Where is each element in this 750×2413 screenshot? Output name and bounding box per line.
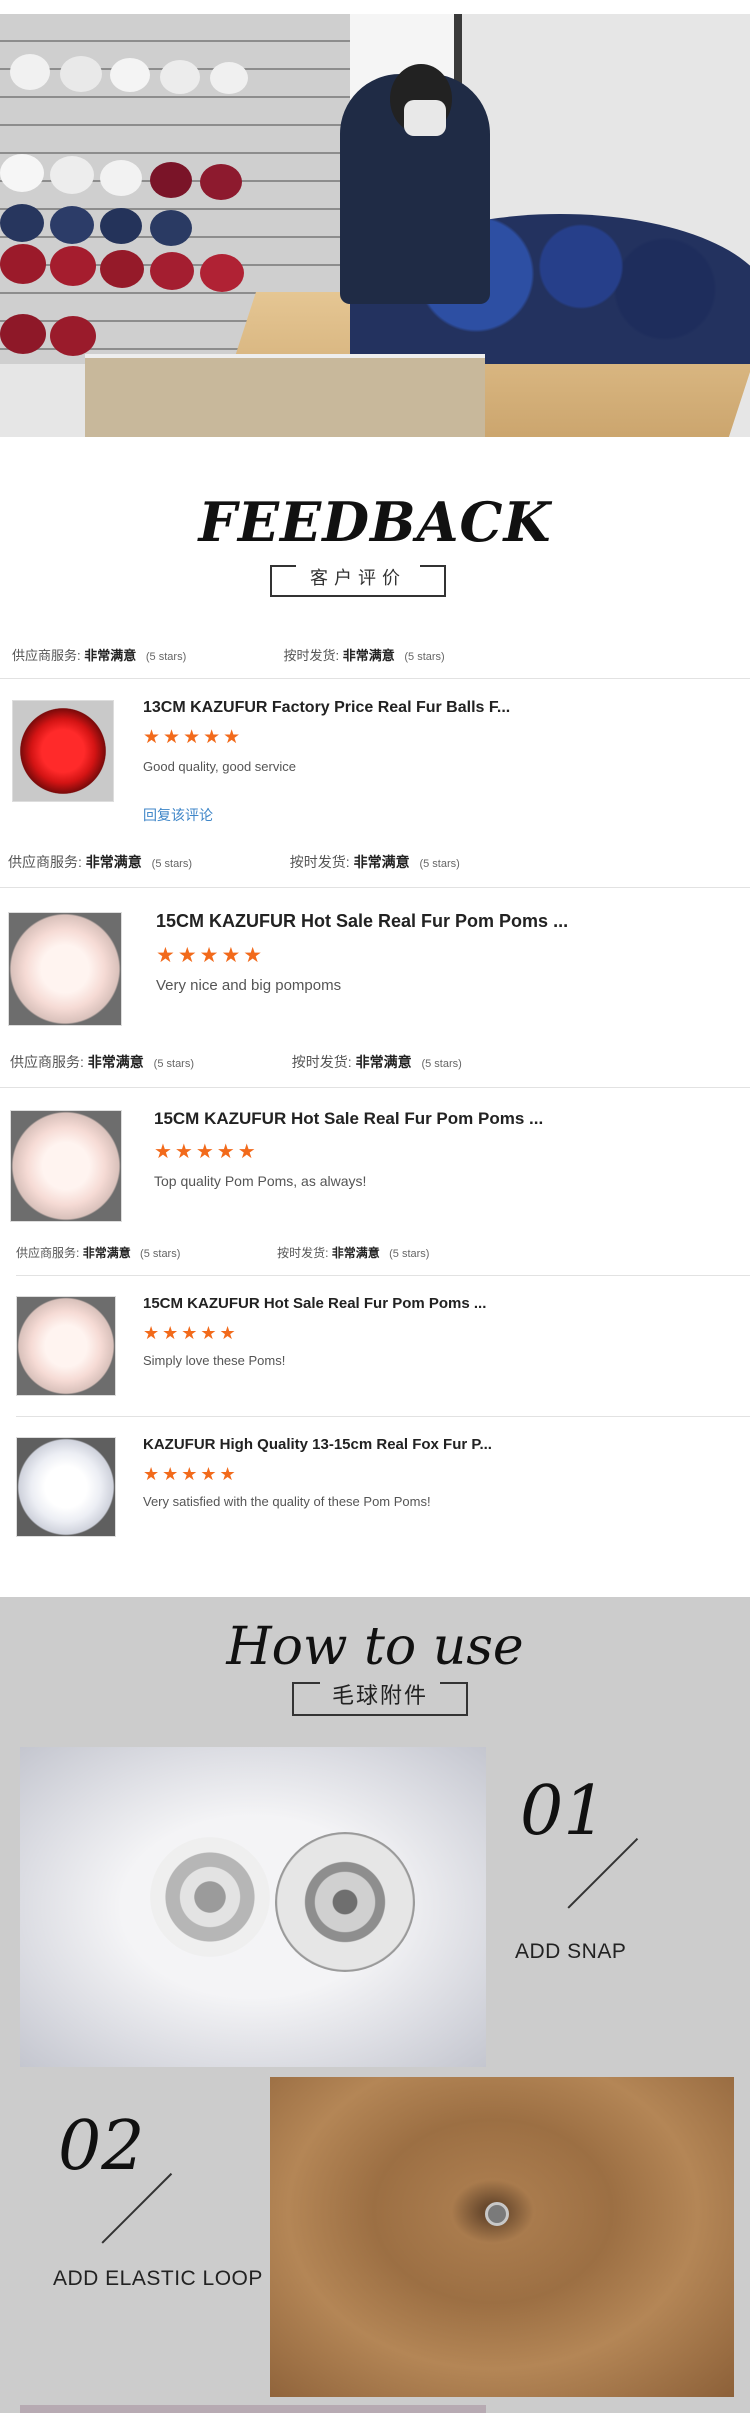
factory-photo <box>0 0 750 437</box>
product-thumbnail[interactable] <box>16 1296 116 1396</box>
fur-ball <box>200 164 242 200</box>
divider <box>0 678 750 679</box>
supplier-value: 非常满意 <box>87 1054 144 1070</box>
divider <box>0 1087 750 1088</box>
feedback-subtitle: 客户评价 <box>270 565 446 597</box>
snap-photo <box>20 1747 486 2067</box>
cardboard-box <box>85 354 485 437</box>
fur-ball <box>100 250 144 288</box>
ship-label: 按时发货: <box>289 854 350 870</box>
product-thumbnail[interactable] <box>8 912 122 1026</box>
fur-ball <box>0 154 44 192</box>
rating-stars: ★★★★★ <box>143 1323 239 1343</box>
elastic-loop-photo <box>270 2077 734 2397</box>
review-meta: 供应商服务: 非常满意 (5 stars) 按时发货: 非常满意 (5 star… <box>16 1244 429 1261</box>
ship-stars: (5 stars) <box>404 651 445 663</box>
product-thumbnail[interactable] <box>10 1110 122 1222</box>
fur-ball <box>50 316 96 356</box>
fur-ball <box>50 246 96 286</box>
ship-value: 非常满意 <box>342 648 395 663</box>
step-number: 01 <box>520 1772 607 1851</box>
rating-stars: ★★★★★ <box>156 944 266 967</box>
review-comment: Very satisfied with the quality of these… <box>143 1494 431 1509</box>
fur-ball <box>150 210 192 246</box>
ship-value: 非常满意 <box>355 1054 412 1070</box>
feedback-title: FEEDBACK <box>198 490 552 554</box>
product-title[interactable]: 15CM KAZUFUR Hot Sale Real Fur Pom Poms … <box>143 1295 486 1312</box>
review-comment: Simply love these Poms! <box>143 1353 286 1368</box>
review-comment: Top quality Pom Poms, as always! <box>154 1173 367 1189</box>
ship-value: 非常满意 <box>331 1246 380 1260</box>
step-number: 02 <box>58 2107 145 2186</box>
rating-stars: ★★★★★ <box>143 727 244 748</box>
review-meta: 供应商服务: 非常满意 (5 stars) 按时发货: 非常满意 (5 star… <box>10 1052 462 1072</box>
fur-ball <box>60 56 102 92</box>
divider <box>16 1275 750 1276</box>
fur-ball <box>110 58 150 92</box>
fur-ball <box>210 62 248 94</box>
ship-stars: (5 stars) <box>419 858 460 870</box>
fur-ball <box>200 254 244 292</box>
fur-ball <box>100 208 142 244</box>
snap-button-female <box>275 1832 415 1972</box>
ship-label: 按时发货: <box>291 1054 352 1070</box>
product-thumbnail[interactable] <box>16 1437 116 1537</box>
review-comment: Good quality, good service <box>143 759 296 774</box>
divider <box>0 887 750 888</box>
supplier-label: 供应商服务: <box>10 1054 84 1070</box>
elastic-loop-knot <box>485 2202 509 2226</box>
step-label: ADD SNAP <box>515 1940 627 1963</box>
divider <box>16 1416 750 1417</box>
snap-button-male <box>150 1837 270 1957</box>
supplier-label: 供应商服务: <box>8 854 82 870</box>
product-title[interactable]: 13CM KAZUFUR Factory Price Real Fur Ball… <box>143 699 510 717</box>
fur-ball <box>160 60 200 94</box>
fur-ball <box>150 252 194 290</box>
supplier-value: 非常满意 <box>82 1246 131 1260</box>
fur-ball <box>0 314 46 354</box>
reply-link[interactable]: 回复该评论 <box>143 805 213 825</box>
product-thumbnail[interactable] <box>12 700 114 802</box>
supplier-stars: (5 stars) <box>153 1058 195 1070</box>
supplier-value: 非常满意 <box>84 648 137 663</box>
rating-stars: ★★★★★ <box>143 1464 239 1484</box>
supplier-value: 非常满意 <box>85 854 142 870</box>
supplier-stars: (5 stars) <box>151 858 193 870</box>
fur-ball <box>50 206 94 244</box>
worker-mask <box>404 100 446 136</box>
review-comment: Very nice and big pompoms <box>156 977 342 994</box>
fur-ball <box>150 162 192 198</box>
supplier-stars: (5 stars) <box>145 651 187 663</box>
ship-stars: (5 stars) <box>389 1248 430 1260</box>
how-to-use-title: How to use <box>226 1617 524 1677</box>
fur-ball <box>0 244 46 284</box>
product-title[interactable]: KAZUFUR High Quality 13-15cm Real Fox Fu… <box>143 1436 492 1453</box>
ship-value: 非常满意 <box>353 854 410 870</box>
how-to-use-section: How to use 毛球附件 01 ADD SNAP 02 ADD ELAST… <box>0 1597 750 2413</box>
rating-stars: ★★★★★ <box>154 1141 259 1163</box>
fur-ball <box>0 204 44 242</box>
how-to-use-subtitle: 毛球附件 <box>292 1682 468 1716</box>
review-meta: 供应商服务: 非常满意 (5 stars) 按时发货: 非常满意 (5 star… <box>8 852 460 872</box>
ship-label: 按时发货: <box>277 1246 329 1260</box>
supplier-label: 供应商服务: <box>16 1246 80 1260</box>
next-photo-edge <box>20 2405 486 2413</box>
supplier-label: 供应商服务: <box>12 648 81 663</box>
fur-ball <box>100 160 142 196</box>
ship-label: 按时发货: <box>283 648 340 663</box>
product-title[interactable]: 15CM KAZUFUR Hot Sale Real Fur Pom Poms … <box>156 911 568 932</box>
review-meta: 供应商服务: 非常满意 (5 stars) 按时发货: 非常满意 (5 star… <box>12 645 445 664</box>
step-label: ADD ELASTIC LOOP <box>53 2267 263 2290</box>
fur-ball <box>50 156 94 194</box>
product-title[interactable]: 15CM KAZUFUR Hot Sale Real Fur Pom Poms … <box>154 1109 543 1129</box>
supplier-stars: (5 stars) <box>140 1248 181 1260</box>
ship-stars: (5 stars) <box>421 1058 462 1070</box>
fur-ball <box>10 54 50 90</box>
